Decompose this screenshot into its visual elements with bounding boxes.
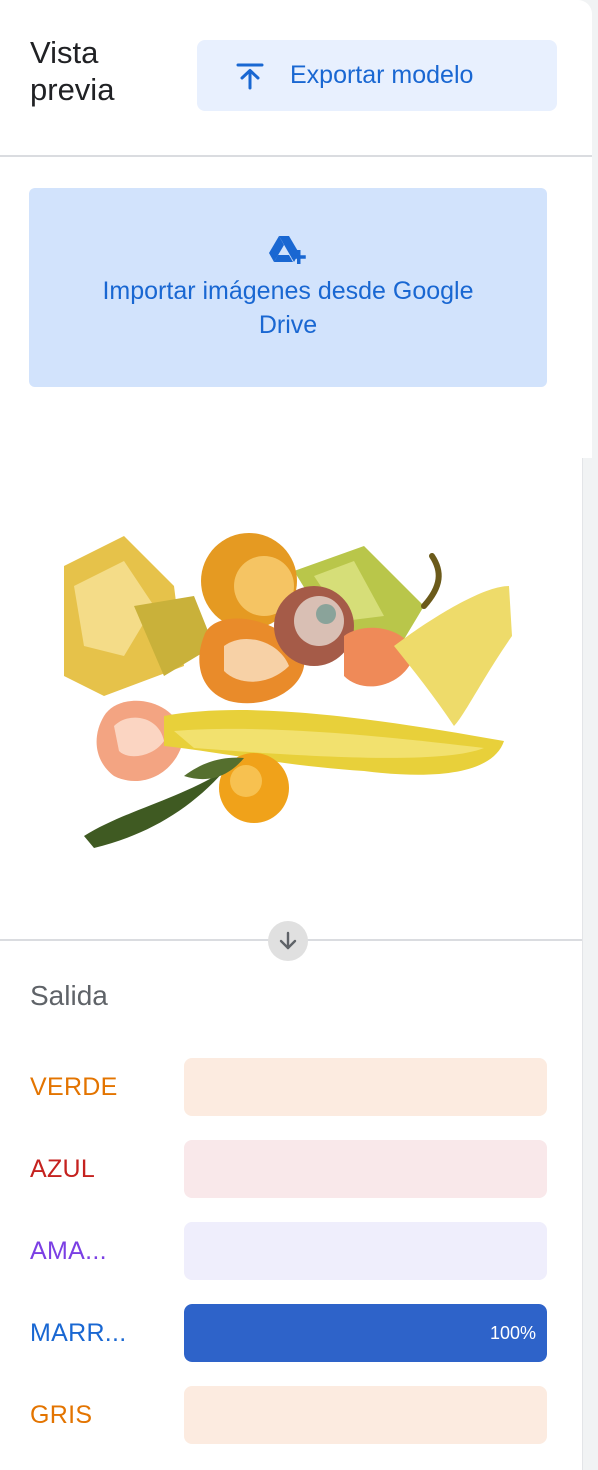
confidence-bar — [184, 1386, 547, 1444]
class-label: VERDE — [30, 1073, 118, 1101]
output-row: AMA... — [30, 1222, 547, 1280]
vertical-scrollbar[interactable] — [582, 458, 592, 1470]
class-label: AMA... — [30, 1237, 107, 1265]
output-row: AZUL — [30, 1140, 547, 1198]
confidence-bar — [184, 1058, 547, 1116]
confidence-bar — [184, 1140, 547, 1198]
preview-image — [64, 533, 512, 848]
confidence-bar — [184, 1222, 547, 1280]
confidence-percent: 100% — [489, 1323, 536, 1343]
cabbage-leaf-left — [64, 536, 214, 696]
output-title: Salida — [30, 980, 108, 1011]
import-from-drive-button[interactable]: Importar imágenes desde Google Drive — [29, 188, 547, 387]
upload-icon — [235, 61, 265, 91]
output-row: MARR... 100% — [30, 1304, 547, 1362]
preview-header: Vista previa Exportar modelo — [0, 0, 592, 157]
arrow-down-icon — [277, 930, 299, 952]
export-model-button[interactable]: Exportar modelo — [197, 40, 557, 111]
class-label: MARR... — [30, 1319, 127, 1347]
output-row: GRIS — [30, 1386, 547, 1444]
export-model-label: Exportar modelo — [290, 61, 474, 89]
page-title: Vista previa — [30, 35, 115, 107]
google-drive-add-icon — [269, 234, 307, 266]
import-from-drive-label: Importar imágenes desde Google Drive — [102, 277, 474, 339]
confidence-bar: 100% — [184, 1304, 547, 1362]
rotten-fruit — [274, 586, 354, 666]
class-label: GRIS — [30, 1401, 93, 1429]
output-row: VERDE — [30, 1058, 547, 1116]
class-label: AZUL — [30, 1155, 96, 1183]
preview-panel: Vista previa Exportar modelo Importar im… — [0, 0, 592, 1470]
scroll-down-button[interactable] — [268, 921, 308, 961]
